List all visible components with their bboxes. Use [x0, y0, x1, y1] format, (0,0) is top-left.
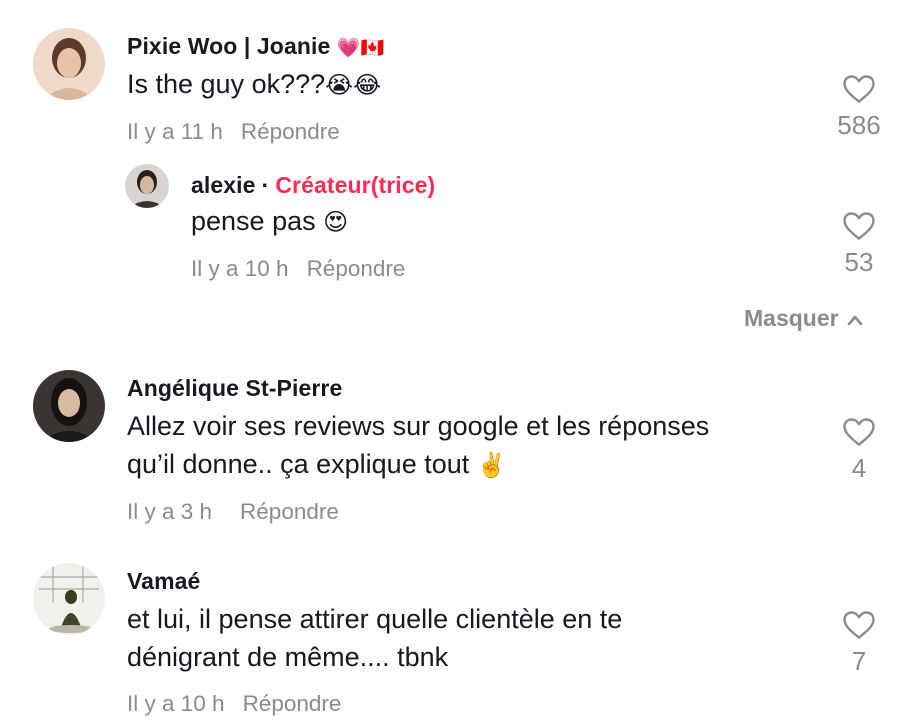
- comment-text-line: Allez voir ses reviews sur google et les…: [127, 411, 710, 441]
- comment-timestamp: Il y a 11 h: [127, 119, 223, 144]
- comment-timestamp: Il y a 3 h: [127, 499, 213, 524]
- like-count: 7: [851, 646, 867, 676]
- heart-outline-icon: [843, 611, 875, 639]
- comment-timestamp: Il y a 10 h: [127, 691, 225, 716]
- author-name[interactable]: alexie: [191, 172, 256, 198]
- comment-text: Is the guy ok???😭😂: [127, 65, 381, 105]
- comment-emojis: 😭😂: [325, 72, 382, 99]
- comment-meta: Il y a 10 h Répondre: [127, 691, 341, 717]
- reply-button[interactable]: Répondre: [241, 119, 340, 144]
- reply-button[interactable]: Répondre: [243, 691, 342, 716]
- comment-text-content: Is the guy ok???: [127, 69, 326, 99]
- avatar[interactable]: [33, 370, 105, 442]
- author-name[interactable]: Pixie Woo | Joanie: [127, 33, 330, 59]
- comment-author[interactable]: Vamaé: [127, 568, 200, 595]
- comment-author[interactable]: Pixie Woo | Joanie 💗🇨🇦: [127, 33, 384, 60]
- comment-author[interactable]: Angélique St-Pierre: [127, 375, 342, 402]
- comment-text: et lui, il pense attirer quelle clientèl…: [127, 600, 622, 676]
- like-button[interactable]: 7: [824, 610, 894, 677]
- reply-button[interactable]: Répondre: [307, 256, 406, 281]
- creator-badge: Créateur(trice): [275, 172, 436, 198]
- like-button[interactable]: 586: [824, 74, 894, 141]
- author-emojis: 💗🇨🇦: [336, 38, 385, 59]
- reply-emoji: 😍: [323, 209, 349, 236]
- like-button[interactable]: 4: [824, 417, 894, 484]
- comment-meta: Il y a 11 h Répondre: [127, 119, 340, 145]
- comment-text: Allez voir ses reviews sur google et les…: [127, 407, 709, 485]
- like-button[interactable]: 53: [824, 211, 894, 278]
- heart-outline-icon: [843, 212, 875, 240]
- avatar[interactable]: [33, 28, 105, 100]
- heart-outline-icon: [843, 75, 875, 103]
- comment-text-line: qu’il donne.. ça explique tout ✌️: [127, 445, 709, 485]
- like-count: 4: [851, 453, 867, 483]
- like-count: 53: [844, 247, 874, 277]
- heart-outline-icon: [843, 418, 875, 446]
- reply-author[interactable]: alexie · Créateur(trice): [191, 172, 435, 199]
- comment-meta: Il y a 3 h Répondre: [127, 499, 339, 525]
- reply-timestamp: Il y a 10 h: [191, 256, 289, 281]
- reply-meta: Il y a 10 h Répondre: [191, 256, 405, 282]
- reply-text: pense pas 😍: [191, 202, 348, 242]
- reply-button[interactable]: Répondre: [240, 499, 339, 524]
- comment-text-line: et lui, il pense attirer quelle clientèl…: [127, 604, 623, 634]
- comment-emoji: ✌️: [476, 452, 507, 479]
- hide-replies-button[interactable]: Masquer: [744, 305, 863, 332]
- separator-dot: ·: [261, 172, 270, 198]
- comment-text-content: qu’il donne.. ça explique tout: [127, 449, 470, 479]
- comment-text-line: dénigrant de même.... tbnk: [127, 642, 449, 672]
- chevron-up-icon: [847, 315, 862, 326]
- avatar[interactable]: [125, 164, 169, 208]
- avatar[interactable]: [33, 563, 105, 635]
- hide-replies-label: Masquer: [744, 305, 839, 331]
- like-count: 586: [837, 110, 881, 140]
- reply-text-content: pense pas: [191, 206, 316, 236]
